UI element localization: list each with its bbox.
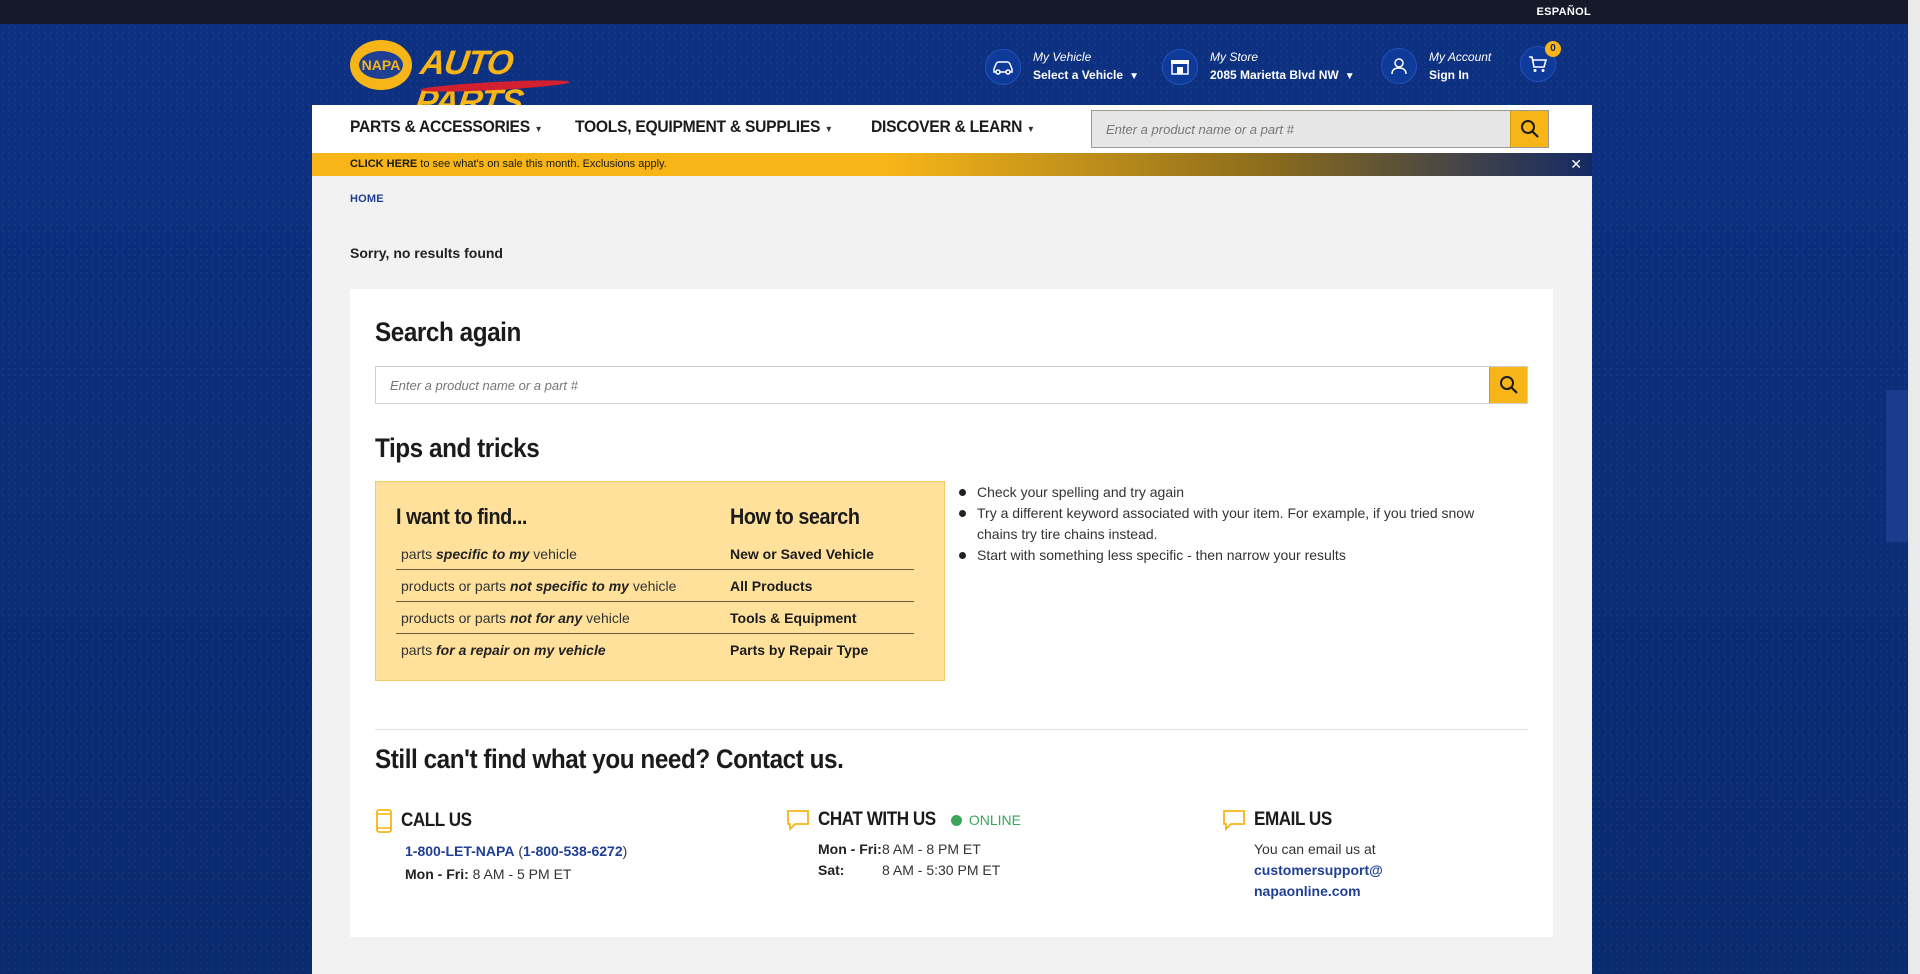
promo-banner: CLICK HERE to see what's on sale this mo… (312, 153, 1592, 176)
main-menu: PARTS & ACCESSORIES ▼ TOOLS, EQUIPMENT & … (350, 117, 1049, 137)
menu-discover-learn[interactable]: DISCOVER & LEARN ▼ (871, 117, 1035, 137)
page-content: PARTS & ACCESSORIES ▼ TOOLS, EQUIPMENT & … (312, 105, 1592, 974)
search-again-title: Search again (375, 317, 521, 347)
list-item: Try a different keyword associated with … (957, 503, 1497, 545)
chat-icon (787, 810, 809, 831)
promo-text: to see what's on sale this month. Exclus… (417, 158, 667, 170)
my-store-selector[interactable]: My Store 2085 Marietta Blvd NW ▼ (1162, 48, 1355, 86)
napa-badge-text: NAPA (359, 51, 403, 79)
my-account-label: My Account (1429, 50, 1492, 64)
search-icon (1499, 376, 1518, 394)
feedback-tab[interactable] (1886, 390, 1908, 542)
my-vehicle-label: My Vehicle (1033, 50, 1092, 64)
promo-link[interactable]: CLICK HERE (350, 158, 417, 170)
contact-title: Still can't find what you need? Contact … (375, 744, 844, 774)
main-navbar: PARTS & ACCESSORIES ▼ TOOLS, EQUIPMENT & … (312, 105, 1592, 153)
my-store-label: My Store (1210, 50, 1259, 64)
my-vehicle-value: Select a Vehicle (1033, 68, 1124, 82)
email-section: EMAIL US You can email us at customersup… (1222, 809, 1383, 902)
email-title: EMAIL US (1254, 809, 1332, 830)
header-search-button[interactable] (1510, 111, 1548, 147)
list-item: Start with something less specific - the… (957, 545, 1497, 566)
user-icon (1381, 48, 1417, 84)
tips-head-find: I want to find... (396, 504, 527, 529)
language-toggle[interactable]: ESPAÑOL (1537, 6, 1591, 18)
list-item: Check your spelling and try again (957, 482, 1497, 503)
no-results-message: Sorry, no results found (350, 245, 503, 261)
tips-method-link[interactable]: Parts by Repair Type (730, 642, 868, 658)
call-us-section: CALL US 1-800-LET-NAPA (1-800-538-6272) … (375, 809, 627, 885)
header-search-input[interactable] (1092, 111, 1510, 147)
chat-status: ONLINE (950, 812, 1021, 828)
chevron-down-icon: ▼ (534, 124, 543, 134)
my-account-menu[interactable]: My Account Sign In (1381, 48, 1491, 84)
tips-method-link[interactable]: Tools & Equipment (730, 610, 857, 626)
site-header: NAPA AUTO PARTS My Vehicle Select a Vehi… (312, 24, 1592, 121)
cart-count-badge: 0 (1545, 41, 1561, 57)
tips-head-how: How to search (730, 504, 860, 529)
email-intro: You can email us at (1254, 841, 1376, 857)
sign-in-link[interactable]: Sign In (1429, 66, 1491, 84)
phone-icon (376, 809, 392, 833)
email-link[interactable]: customersupport@ (1254, 862, 1383, 878)
cart-button[interactable]: 0 (1520, 41, 1561, 82)
my-vehicle-selector[interactable]: My Vehicle Select a Vehicle ▼ (985, 48, 1139, 86)
email-chat-icon (1223, 810, 1245, 831)
store-icon (1162, 49, 1198, 85)
chevron-down-icon: ▼ (1344, 71, 1355, 82)
chevron-down-icon: ▼ (1129, 71, 1139, 82)
tips-title: Tips and tricks (375, 433, 540, 463)
menu-tools-equipment[interactable]: TOOLS, EQUIPMENT & SUPPLIES ▼ (575, 117, 833, 137)
menu-parts-accessories[interactable]: PARTS & ACCESSORIES ▼ (350, 117, 543, 137)
email-link-domain[interactable]: napaonline.com (1254, 883, 1361, 899)
tips-row: products or parts not specific to my veh… (396, 570, 914, 602)
scrollbar[interactable] (1908, 0, 1920, 974)
tips-row: parts specific to my vehicle New or Save… (396, 538, 914, 570)
phone-number-link[interactable]: 1-800-538-6272 (523, 843, 623, 859)
chevron-down-icon: ▼ (824, 124, 833, 134)
search-again-input[interactable] (376, 367, 1489, 403)
header-search-bar (1091, 110, 1549, 148)
search-again-bar (375, 366, 1528, 404)
search-again-button[interactable] (1489, 367, 1527, 403)
call-us-title: CALL US (401, 810, 472, 831)
my-store-value: 2085 Marietta Blvd NW (1210, 68, 1339, 82)
napa-logo[interactable]: NAPA AUTO PARTS (350, 38, 580, 121)
online-dot-icon (950, 814, 962, 826)
search-icon (1520, 120, 1539, 138)
search-help-card: Search again Tips and tricks I want to f… (350, 289, 1553, 937)
divider (375, 729, 1528, 730)
close-icon[interactable]: ✕ (1570, 153, 1582, 176)
chat-section: CHAT WITH US ONLINE Mon - Fri:8 AM - 8 P… (786, 809, 1021, 881)
breadcrumb-home[interactable]: HOME (350, 193, 384, 205)
tips-row: parts for a repair on my vehicle Parts b… (401, 642, 869, 658)
car-icon (985, 49, 1021, 85)
tips-row: products or parts not for any vehicle To… (396, 602, 914, 634)
top-utility-bar: ESPAÑOL (0, 0, 1920, 24)
chevron-down-icon: ▼ (1026, 124, 1035, 134)
tips-table: I want to find... How to search parts sp… (375, 481, 945, 681)
napa-badge: NAPA (350, 40, 412, 90)
tips-method-link[interactable]: New or Saved Vehicle (730, 546, 874, 562)
cart-icon (1529, 56, 1548, 72)
phone-link[interactable]: 1-800-LET-NAPA (405, 843, 514, 859)
tips-list: Check your spelling and try again Try a … (957, 482, 1497, 566)
tips-method-link[interactable]: All Products (730, 578, 812, 594)
chat-title[interactable]: CHAT WITH US (818, 809, 936, 831)
